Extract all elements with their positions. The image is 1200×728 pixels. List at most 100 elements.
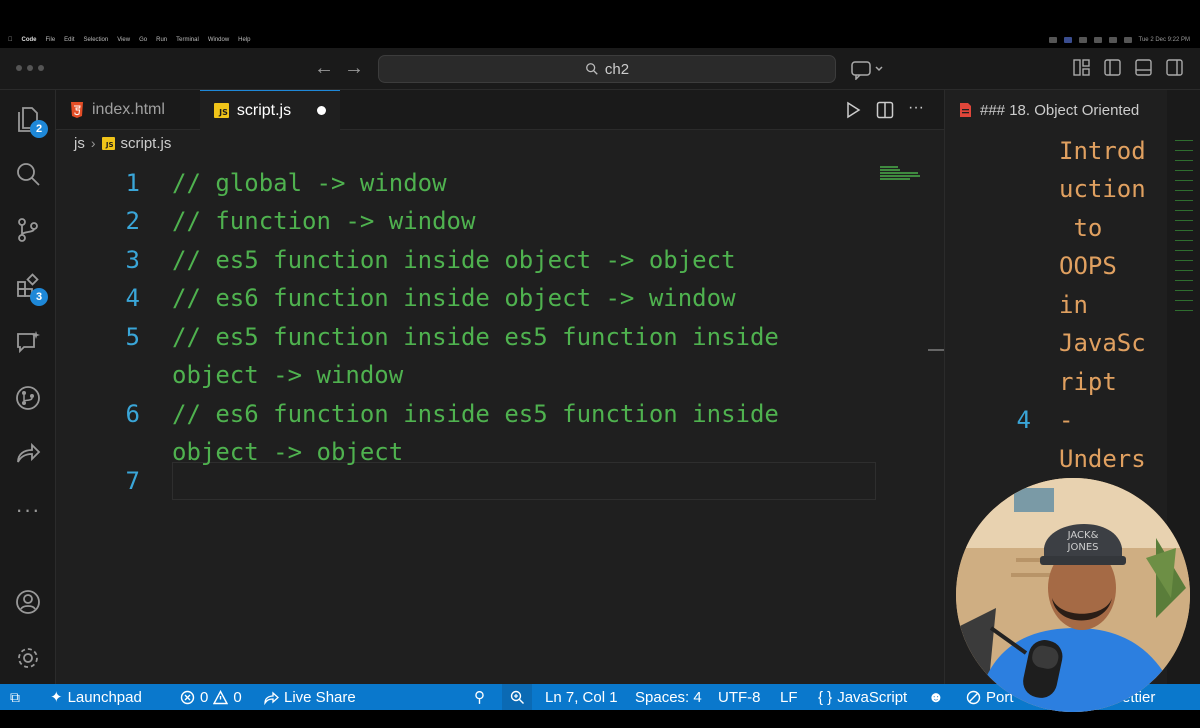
toggle-sidebar-icon[interactable] (1103, 58, 1122, 77)
line-number: 4 (125, 284, 140, 312)
markdown-text: to (1059, 214, 1103, 242)
menu-help[interactable]: Help (238, 37, 250, 43)
search-icon[interactable] (1123, 37, 1132, 43)
bottom-edge (0, 710, 1200, 728)
remote-button[interactable]: ⧉ (10, 684, 20, 710)
menu-run[interactable]: Run (156, 37, 167, 43)
indentation[interactable]: Spaces: 4 (635, 684, 702, 710)
line-number: 5 (125, 323, 140, 351)
explorer-button[interactable]: 2 (12, 102, 48, 138)
accounts-button[interactable] (12, 586, 44, 618)
close-window-button[interactable] (16, 65, 22, 71)
launchpad-button[interactable]: ✦ Launchpad (50, 684, 142, 710)
tab-script-js[interactable]: JS script.js (200, 90, 340, 130)
presenter-webcam: JACK& JONES (956, 478, 1190, 712)
more-views-button[interactable]: ··· (12, 494, 44, 526)
no-entry-icon (966, 690, 981, 704)
breadcrumb-folder[interactable]: js (74, 135, 85, 152)
chat-button[interactable] (12, 326, 44, 358)
tab-index-html[interactable]: index.html (56, 90, 200, 130)
problems-button[interactable]: 0 0 (180, 684, 242, 710)
end-of-line[interactable]: LF (780, 684, 798, 710)
scrollbar-thumb[interactable] (928, 349, 944, 351)
menu-terminal[interactable]: Terminal (176, 37, 199, 43)
status-icon[interactable] (1063, 37, 1072, 43)
source-control-button[interactable] (12, 214, 44, 246)
warning-icon (213, 689, 229, 704)
chat-icon[interactable] (850, 58, 886, 80)
wifi-icon[interactable] (1108, 37, 1117, 43)
explorer-badge: 2 (30, 120, 48, 138)
search-button[interactable] (12, 158, 44, 190)
wrapped-code-text[interactable]: object -> object (172, 433, 403, 471)
cap-logo-text: JONES (1067, 542, 1099, 553)
code-editor[interactable]: 1 // global -> window 2 // function -> w… (56, 156, 944, 684)
mac-menubar:  Code File Edit Selection View Go Run T… (0, 0, 1200, 48)
search-icon (17, 163, 40, 186)
toggle-secondary-sidebar-icon[interactable] (1165, 58, 1184, 77)
live-share-status[interactable]: Live Share (264, 684, 356, 710)
manage-button[interactable] (12, 642, 44, 674)
breadcrumb-file[interactable]: script.js (121, 135, 172, 152)
menu-go[interactable]: Go (139, 37, 147, 43)
toggle-panel-icon[interactable] (1134, 58, 1153, 77)
menu-selection[interactable]: Selection (84, 37, 109, 43)
tab-markdown[interactable]: ### 18. Object Oriented (945, 90, 1167, 130)
tab-label: script.js (236, 101, 292, 119)
warning-count: 0 (233, 688, 242, 706)
markdown-text: in (1059, 291, 1088, 319)
code-text: // global -> window (172, 169, 447, 197)
minimap[interactable] (880, 166, 922, 180)
customize-layout-icon[interactable] (1072, 58, 1091, 77)
line-number: 4 (1016, 406, 1031, 434)
menu-edit[interactable]: Edit (64, 37, 74, 43)
minimize-window-button[interactable] (27, 65, 33, 71)
markdown-text: - (1059, 406, 1074, 434)
markdown-text: JavaSc (1059, 329, 1146, 357)
battery-icon[interactable] (1093, 37, 1102, 43)
unsaved-dot-icon[interactable] (317, 106, 326, 115)
menu-window[interactable]: Window (208, 37, 229, 43)
menu-view[interactable]: View (117, 37, 130, 43)
split-editor-icon[interactable] (876, 101, 894, 119)
tab-label: index.html (92, 101, 165, 118)
markdown-text: Unders (1059, 445, 1146, 473)
status-icon[interactable] (1048, 37, 1057, 43)
location-pin-icon: ⚲ (474, 689, 485, 706)
status-icon[interactable] (1078, 37, 1087, 43)
search-icon (586, 63, 598, 75)
more-actions-icon[interactable]: ··· (908, 100, 926, 119)
title-bar: ← → ch2 (0, 48, 1200, 90)
encoding[interactable]: UTF-8 (718, 684, 761, 710)
menubar-clock[interactable]: Tue 2 Dec 9:22 PM (1139, 37, 1190, 43)
javascript-icon: JS (101, 136, 115, 150)
code-text: // es6 function inside object -> window (172, 284, 736, 312)
zoom-window-button[interactable] (38, 65, 44, 71)
more-icon: ··· (15, 497, 41, 522)
menu-file[interactable]: File (46, 37, 56, 43)
git-graph-button[interactable] (12, 382, 44, 414)
copilot-status[interactable]: ⚲ (474, 684, 485, 710)
command-center-search[interactable]: ch2 (378, 55, 836, 83)
live-share-button[interactable] (12, 438, 44, 470)
cursor-position[interactable]: Ln 7, Col 1 (545, 684, 618, 710)
javascript-icon: JS (214, 103, 229, 118)
wrapped-code-text[interactable]: object -> window (172, 356, 403, 394)
menubar-status: Tue 2 Dec 9:22 PM (1048, 37, 1190, 43)
apple-icon[interactable]:  (8, 37, 13, 43)
html5-icon (71, 102, 83, 118)
copilot-icon[interactable]: ☻ (928, 684, 944, 710)
forward-arrow-icon[interactable]: → (344, 57, 364, 80)
run-icon[interactable] (844, 101, 862, 119)
language-mode[interactable]: { } JavaScript (818, 684, 907, 710)
menubar-items:  Code File Edit Selection View Go Run T… (8, 37, 251, 43)
code-text: // function -> window (172, 207, 476, 235)
back-arrow-icon[interactable]: ← (314, 57, 334, 80)
code-text: // es6 function inside es5 function insi… (172, 400, 779, 428)
zoom-button[interactable] (502, 684, 532, 710)
menu-app[interactable]: Code (22, 37, 37, 43)
live-share-icon (17, 442, 41, 463)
extensions-button[interactable]: 3 (12, 270, 48, 306)
tab-label: ### 18. Object Oriented (980, 101, 1140, 119)
account-icon (16, 590, 40, 614)
